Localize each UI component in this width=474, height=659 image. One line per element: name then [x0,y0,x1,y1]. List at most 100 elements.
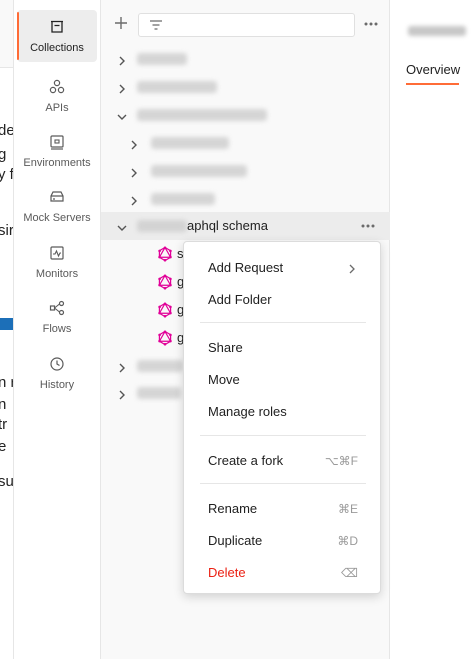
collection-row-expanded[interactable] [101,101,390,129]
rail-item-monitors[interactable]: Monitors [17,236,97,288]
rail-item-collections[interactable]: Collections [17,10,97,62]
menu-item-duplicate[interactable]: Duplicate ⌘D [184,525,382,555]
rail-label: Mock Servers [23,212,91,224]
menu-item-share[interactable]: Share [184,332,382,362]
graphql-icon [157,302,173,318]
redacted-name [151,165,247,177]
menu-item-label: Share [208,340,243,355]
menu-item-label: Manage roles [208,404,287,419]
chevron-down-icon [117,110,127,120]
rail-label: Flows [42,323,72,335]
chevron-right-icon [117,54,127,66]
graphql-icon [157,246,173,262]
background-text: g [0,146,6,163]
menu-item-add-folder[interactable]: Add Folder [184,284,382,314]
mock-servers-icon [48,188,66,206]
add-collection-button[interactable] [113,15,129,31]
menu-item-label: Add Folder [208,292,272,307]
redacted-name [137,387,181,399]
chevron-right-icon [117,388,127,400]
backspace-icon: ⌫ [341,566,358,580]
folder-name: aphql schema [187,218,268,233]
background-text: n r [0,374,13,391]
apis-icon [48,78,66,96]
menu-item-shortcut: ⌘E [337,502,358,516]
menu-divider [200,322,366,323]
sidebar-toolbar [101,0,390,48]
rail-item-mock-servers[interactable]: Mock Servers [17,180,97,232]
menu-item-label: Rename [208,501,258,516]
workspace-overview-pane: Overview [390,0,474,659]
background-text: y f [0,166,14,183]
chevron-right-icon [117,361,127,373]
filter-icon [149,19,163,31]
folder-row[interactable] [101,185,390,213]
background-text: sir [0,222,14,239]
environments-icon [48,133,66,151]
more-options-icon[interactable] [360,219,376,233]
menu-item-label: Delete [208,565,246,580]
rail-item-environments[interactable]: Environments [17,125,97,177]
background-window-strip: de g y f sir n r n tr e su [0,0,14,659]
redacted-name [151,193,215,205]
rail-label: APIs [45,102,69,114]
menu-item-label: Move [208,372,240,387]
chevron-right-icon [129,138,139,150]
redacted-workspace-name [408,26,466,36]
collections-icon [48,18,66,36]
background-highlight [0,318,13,330]
rail-item-apis[interactable]: APIs [17,70,97,122]
menu-item-shortcut: ⌘D [337,534,358,548]
background-text: su [0,473,14,490]
workspace-header [390,0,474,68]
redacted-name [137,360,183,372]
menu-item-shortcut: ⌥⌘F [324,454,358,468]
tab-overview[interactable]: Overview [406,62,460,77]
sidebar-rail: Collections APIs Environments Mock Serve… [14,0,101,659]
chevron-right-icon [348,262,356,274]
graphql-icon [157,274,173,290]
background-window-header [0,0,13,68]
menu-divider [200,435,366,436]
background-text: de [0,122,14,139]
redacted-name [137,220,187,232]
more-options-icon[interactable] [363,16,379,32]
menu-item-manage-roles[interactable]: Manage roles [184,396,382,426]
rail-label: Collections [30,42,84,54]
menu-item-add-request[interactable]: Add Request [184,252,382,282]
menu-item-label: Duplicate [208,533,263,548]
menu-item-move[interactable]: Move [184,364,382,394]
menu-item-label: Create a fork [208,453,284,468]
menu-item-rename[interactable]: Rename ⌘E [184,493,382,523]
chevron-right-icon [129,194,139,206]
redacted-name [137,53,187,65]
background-text: n [0,396,6,413]
history-icon [48,355,66,373]
folder-context-menu: Add Request Add Folder Share Move Manage… [183,241,381,594]
redacted-name [137,81,217,93]
rail-label: Environments [23,157,91,169]
chevron-down-icon [117,221,127,231]
folder-row-graphql-schema[interactable]: aphql schema [101,212,390,240]
collection-row[interactable] [101,73,390,101]
rail-item-history[interactable]: History [17,347,97,399]
background-text: e [0,438,6,455]
redacted-name [151,137,229,149]
rail-item-flows[interactable]: Flows [17,291,97,343]
folder-row[interactable] [101,129,390,157]
filter-input[interactable] [138,13,355,37]
folder-row[interactable] [101,157,390,185]
background-text: tr [0,416,8,433]
menu-item-label: Add Request [208,260,284,275]
chevron-right-icon [117,82,127,94]
chevron-right-icon [129,166,139,178]
graphql-icon [157,330,173,346]
redacted-name [137,109,267,121]
collection-row[interactable] [101,45,390,73]
menu-divider [200,483,366,484]
active-tab-indicator [406,83,459,85]
monitors-icon [48,244,66,262]
rail-label: Monitors [35,268,79,280]
menu-item-delete[interactable]: Delete ⌫ [184,557,382,587]
menu-item-create-fork[interactable]: Create a fork ⌥⌘F [184,445,382,475]
